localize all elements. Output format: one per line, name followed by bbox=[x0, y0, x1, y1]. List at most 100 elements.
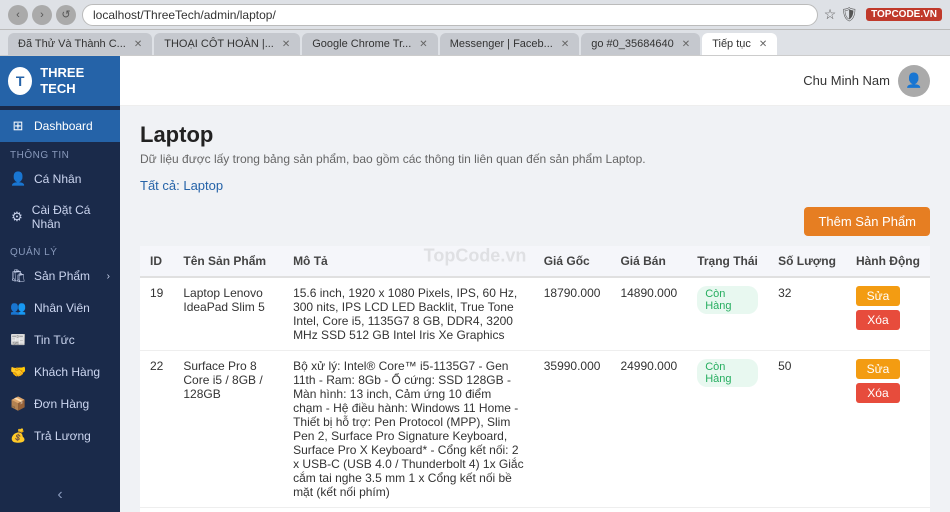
cell-action: Sửa Xóa bbox=[846, 277, 930, 351]
settings-icon: ⚙ bbox=[10, 209, 24, 225]
salary-icon: 💰 bbox=[10, 428, 26, 444]
user-info: Chu Minh Nam 👤 bbox=[803, 65, 930, 97]
breadcrumb-item[interactable]: Tất cả: Laptop bbox=[140, 178, 223, 193]
url-bar[interactable] bbox=[82, 4, 818, 26]
cell-id: 22 bbox=[140, 351, 173, 508]
top-header: Chu Minh Nam 👤 bbox=[120, 56, 950, 106]
status-badge: Còn Hàng bbox=[697, 359, 758, 387]
table-header-row: ID Tên Sản Phẩm Mô Tả Giá Gốc Giá Bán Tr… bbox=[140, 246, 930, 277]
cell-desc: GD-51VN123SO i5 11400H/16GB/512GB/15.6" … bbox=[283, 508, 534, 512]
sidebar-menu: ⊞ Dashboard THÔNG TIN 👤 Cá Nhân ⚙ Cài Đặ… bbox=[0, 106, 120, 478]
cell-price-orig: 18790.000 bbox=[534, 277, 611, 351]
sidebar-item-cai-dat[interactable]: ⚙ Cài Đặt Cá Nhân bbox=[0, 195, 120, 239]
news-icon: 📰 bbox=[10, 332, 26, 348]
page-title: Laptop bbox=[140, 122, 930, 148]
data-table: ID Tên Sản Phẩm Mô Tả Giá Gốc Giá Bán Tr… bbox=[140, 246, 930, 512]
cell-price-sale: 14890.000 bbox=[610, 277, 687, 351]
table-head: ID Tên Sản Phẩm Mô Tả Giá Gốc Giá Bán Tr… bbox=[140, 246, 930, 277]
tab-close-5[interactable]: ✕ bbox=[759, 39, 767, 50]
tab-close-4[interactable]: ✕ bbox=[682, 39, 690, 50]
cell-desc: 15.6 inch, 1920 x 1080 Pixels, IPS, 60 H… bbox=[283, 277, 534, 351]
sidebar-item-ca-nhan[interactable]: 👤 Cá Nhân bbox=[0, 163, 120, 195]
cell-status: Còn Hàng bbox=[687, 277, 768, 351]
browser-nav-buttons[interactable]: ‹ › ↺ bbox=[8, 5, 76, 25]
sidebar-item-tin-tuc[interactable]: 📰 Tin Tức bbox=[0, 324, 120, 356]
employees-icon: 👥 bbox=[10, 300, 26, 316]
col-name: Tên Sản Phẩm bbox=[173, 246, 283, 277]
col-price-sale: Giá Bán bbox=[610, 246, 687, 277]
col-status: Trạng Thái bbox=[687, 246, 768, 277]
cell-qty: 2 bbox=[768, 508, 846, 512]
cell-qty: 50 bbox=[768, 351, 846, 508]
shield-icon: 🛡 bbox=[840, 6, 858, 23]
col-action: Hành Động bbox=[846, 246, 930, 277]
col-id: ID bbox=[140, 246, 173, 277]
tab-close-3[interactable]: ✕ bbox=[561, 39, 569, 50]
cell-name: Laptop Lenovo IdeaPad Slim 5 bbox=[173, 277, 283, 351]
sidebar-collapse-button[interactable]: ‹ bbox=[0, 478, 120, 512]
sidebar-section-info: THÔNG TIN bbox=[0, 142, 120, 163]
user-name: Chu Minh Nam bbox=[803, 73, 890, 88]
sidebar-item-san-pham[interactable]: 🛍 Sản Phẩm › bbox=[0, 260, 120, 292]
tab-1[interactable]: THOẠI CÔT HOÀN |... ✕ bbox=[154, 33, 300, 55]
cell-qty: 32 bbox=[768, 277, 846, 351]
back-button[interactable]: ‹ bbox=[8, 5, 28, 25]
sidebar-logo: T THREE TECH bbox=[0, 56, 120, 106]
edit-button[interactable]: Sửa bbox=[856, 286, 900, 306]
star-icon[interactable]: ☆ bbox=[824, 6, 837, 23]
cell-id: 23 bbox=[140, 508, 173, 512]
sidebar-item-nhan-vien[interactable]: 👥 Nhân Viên bbox=[0, 292, 120, 324]
add-product-button[interactable]: Thêm Sản Phẩm bbox=[804, 207, 930, 236]
chevron-right-icon: › bbox=[107, 271, 110, 282]
main-content: Chu Minh Nam 👤 Laptop Dữ liệu được lấy t… bbox=[120, 56, 950, 512]
delete-button[interactable]: Xóa bbox=[856, 383, 900, 403]
cell-action: SửaXóa bbox=[846, 508, 930, 512]
cell-desc: Bộ xử lý: Intel® Core™ i5-1135G7 - Gen 1… bbox=[283, 351, 534, 508]
cell-price-sale: 24990.000 bbox=[610, 351, 687, 508]
edit-button[interactable]: Sửa bbox=[856, 359, 900, 379]
tab-3[interactable]: Messenger | Faceb... ✕ bbox=[440, 33, 580, 55]
cell-status: Còn Hàng bbox=[687, 351, 768, 508]
breadcrumb: Tất cả: Laptop bbox=[140, 178, 930, 193]
sidebar-item-tra-luong[interactable]: 💰 Trả Lương bbox=[0, 420, 120, 452]
customers-icon: 🤝 bbox=[10, 364, 26, 380]
table-row: 19Laptop Lenovo IdeaPad Slim 515.6 inch,… bbox=[140, 277, 930, 351]
user-icon: 👤 bbox=[905, 72, 922, 89]
products-icon: 🛍 bbox=[10, 268, 26, 284]
topcode-badge: TOPCODE.VN bbox=[866, 8, 942, 21]
tab-5[interactable]: Tiếp tục ✕ bbox=[702, 33, 777, 55]
tab-2[interactable]: Google Chrome Tr... ✕ bbox=[302, 33, 437, 55]
cell-id: 19 bbox=[140, 277, 173, 351]
cell-price-orig: 18500.000 bbox=[534, 508, 611, 512]
tab-close-2[interactable]: ✕ bbox=[419, 39, 427, 50]
orders-icon: 📦 bbox=[10, 396, 26, 412]
sidebar-section-quan-ly: QUẢN LÝ bbox=[0, 239, 120, 260]
sidebar: T THREE TECH ⊞ Dashboard THÔNG TIN 👤 Cá … bbox=[0, 56, 120, 512]
delete-button[interactable]: Xóa bbox=[856, 310, 900, 330]
browser-icons: ☆ 🛡 TOPCODE.VN bbox=[824, 6, 942, 23]
forward-button[interactable]: › bbox=[32, 5, 52, 25]
sidebar-item-don-hang[interactable]: 📦 Đơn Hàng bbox=[0, 388, 120, 420]
reload-button[interactable]: ↺ bbox=[56, 5, 76, 25]
sidebar-item-khach-hang[interactable]: 🤝 Khách Hàng bbox=[0, 356, 120, 388]
tab-close-1[interactable]: ✕ bbox=[282, 39, 290, 50]
app-wrapper: T THREE TECH ⊞ Dashboard THÔNG TIN 👤 Cá … bbox=[0, 56, 950, 512]
add-btn-row: Thêm Sản Phẩm bbox=[140, 207, 930, 236]
page-subtitle: Dữ liệu được lấy trong bảng sản phẩm, ba… bbox=[140, 152, 930, 166]
table-body: 19Laptop Lenovo IdeaPad Slim 515.6 inch,… bbox=[140, 277, 930, 512]
tab-close-0[interactable]: ✕ bbox=[134, 39, 142, 50]
logo-icon: T bbox=[8, 67, 32, 95]
sidebar-item-dashboard[interactable]: ⊞ Dashboard bbox=[0, 110, 120, 142]
cell-price-orig: 35990.000 bbox=[534, 351, 611, 508]
cell-action: Sửa Xóa bbox=[846, 351, 930, 508]
table-row: 22Surface Pro 8 Core i5 / 8GB / 128GBBộ … bbox=[140, 351, 930, 508]
cell-name: Surface Pro 8 Core i5 / 8GB / 128GB bbox=[173, 351, 283, 508]
col-qty: Số Lượng bbox=[768, 246, 846, 277]
cell-status: Còn Hàng bbox=[687, 508, 768, 512]
tab-4[interactable]: go #0_35684640 ✕ bbox=[581, 33, 700, 55]
person-icon: 👤 bbox=[10, 171, 26, 187]
logo-text: THREE TECH bbox=[40, 65, 112, 96]
avatar: 👤 bbox=[898, 65, 930, 97]
col-price-orig: Giá Gốc bbox=[534, 246, 611, 277]
tab-0[interactable]: Đã Thử Và Thành C... ✕ bbox=[8, 33, 152, 55]
